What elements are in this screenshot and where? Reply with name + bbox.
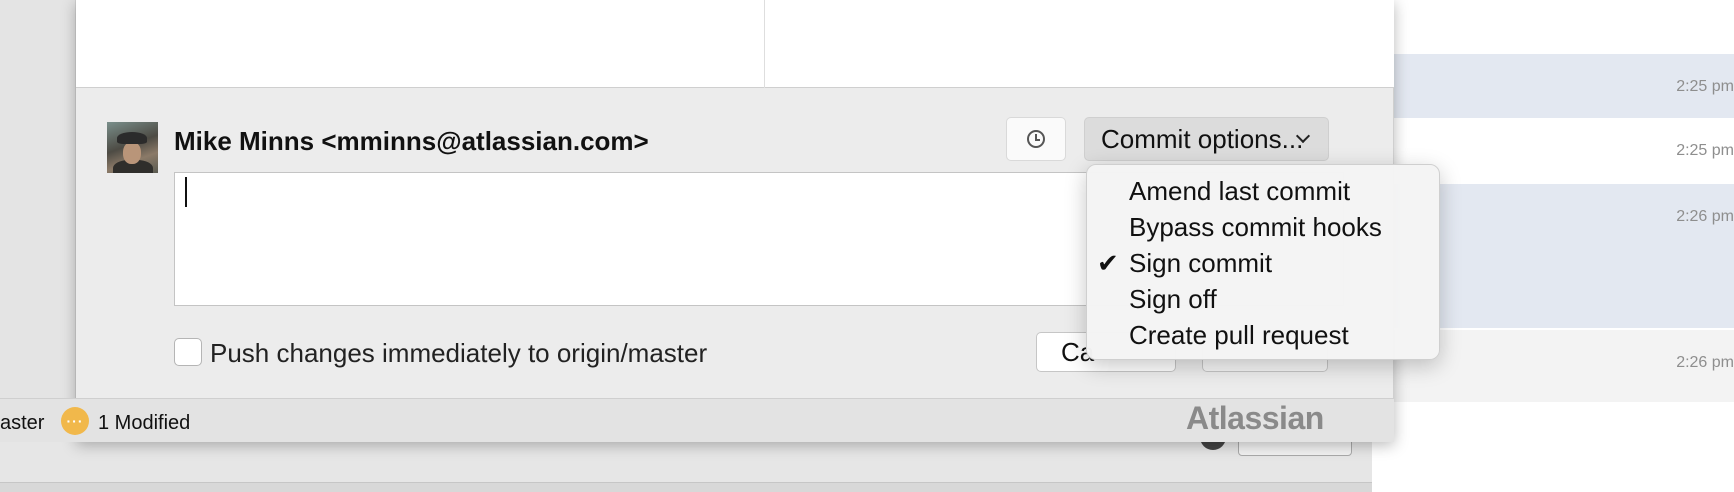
menu-item-amend-last-commit[interactable]: Amend last commit bbox=[1087, 173, 1439, 209]
history-row[interactable]: 2:25 pm bbox=[1372, 54, 1734, 118]
menu-item-label: Sign commit bbox=[1129, 248, 1273, 278]
background-sidebar bbox=[0, 0, 76, 400]
history-time: 2:26 pm bbox=[1676, 354, 1734, 371]
commit-history-button[interactable] bbox=[1006, 117, 1066, 161]
push-changes-checkbox[interactable] bbox=[174, 338, 202, 366]
menu-item-create-pull-request[interactable]: Create pull request bbox=[1087, 317, 1439, 353]
text-caret bbox=[185, 177, 187, 207]
checkmark-icon: ✔ bbox=[1097, 248, 1119, 278]
commit-options-label: Commit options... bbox=[1101, 123, 1304, 154]
menu-item-label: Bypass commit hooks bbox=[1129, 212, 1382, 242]
modified-count-label[interactable]: 1 Modified bbox=[98, 412, 190, 435]
diff-area bbox=[76, 0, 1394, 88]
history-time: 2:25 pm bbox=[1676, 78, 1734, 95]
menu-item-sign-off[interactable]: Sign off bbox=[1087, 281, 1439, 317]
branch-label[interactable]: aster bbox=[0, 412, 44, 435]
menu-item-label: Amend last commit bbox=[1129, 176, 1351, 206]
status-bar bbox=[0, 398, 1394, 442]
avatar bbox=[107, 122, 158, 173]
menu-item-bypass-commit-hooks[interactable]: Bypass commit hooks bbox=[1087, 209, 1439, 245]
push-changes-label: Push changes immediately to origin/maste… bbox=[210, 338, 708, 368]
commit-author: Mike Minns <mminns@atlassian.com> bbox=[174, 126, 649, 156]
clock-icon bbox=[1027, 130, 1045, 148]
background-divider bbox=[0, 482, 1372, 492]
menu-item-label: Sign off bbox=[1129, 284, 1217, 314]
modified-badge-icon: ··· bbox=[61, 407, 89, 435]
atlassian-logo: Atlassian bbox=[1186, 400, 1324, 436]
commit-options-menu: Amend last commit Bypass commit hooks ✔ … bbox=[1086, 164, 1440, 360]
commit-options-button[interactable]: Commit options... bbox=[1084, 117, 1329, 161]
menu-item-label: Create pull request bbox=[1129, 320, 1349, 350]
history-time: 2:26 pm bbox=[1676, 208, 1734, 225]
diff-divider bbox=[764, 0, 765, 88]
menu-item-sign-commit[interactable]: ✔ Sign commit bbox=[1087, 245, 1439, 281]
history-time: 2:25 pm bbox=[1676, 142, 1734, 159]
